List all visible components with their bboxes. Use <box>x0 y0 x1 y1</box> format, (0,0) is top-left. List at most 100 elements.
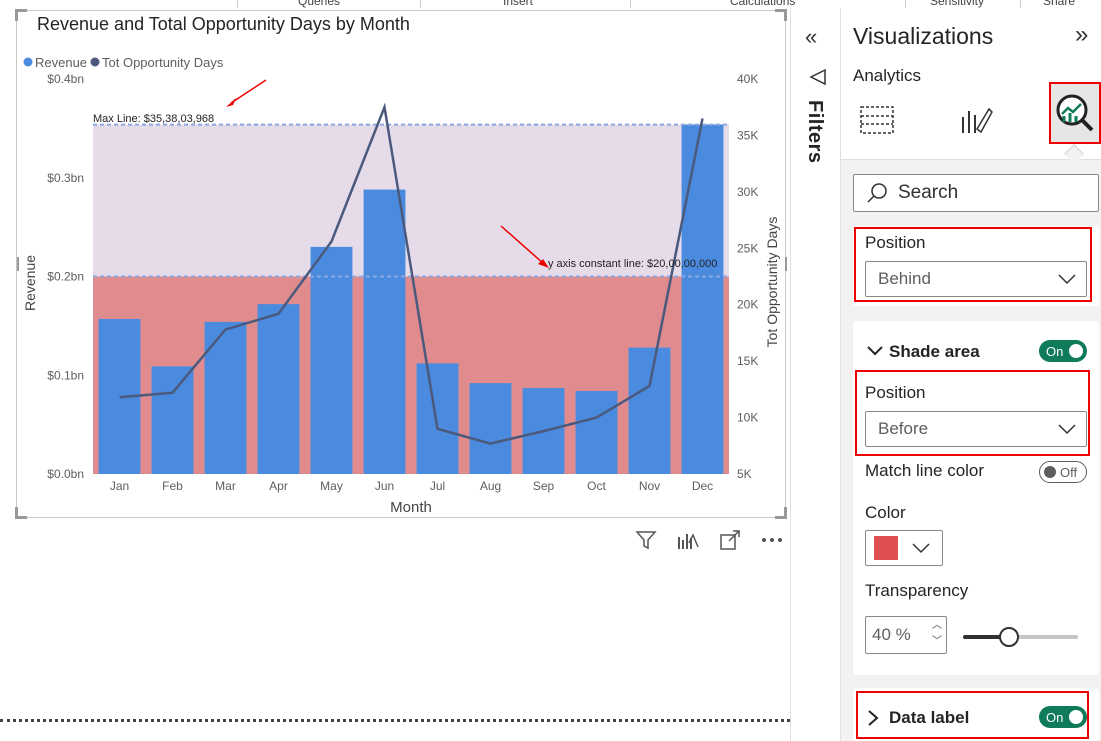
x-tick-label: Apr <box>269 479 288 493</box>
ribbon-tab-queries[interactable]: Queries <box>298 0 340 8</box>
highlight-box <box>856 691 1089 739</box>
y-axis-title: Revenue <box>22 255 38 311</box>
color-swatch <box>874 536 898 560</box>
visualizations-pane: Visualizations » Analytics Search Positi… <box>840 8 1101 741</box>
bar-aug <box>469 383 512 474</box>
annotation-arrowhead <box>226 98 236 107</box>
x-tick-label: Mar <box>215 479 236 493</box>
x-tick-label: Feb <box>162 479 183 493</box>
focus-analytics-icon[interactable] <box>675 528 701 552</box>
search-placeholder: Search <box>898 182 959 203</box>
more-options-icon[interactable] <box>759 528 785 552</box>
viz-pane-title: Visualizations <box>853 23 994 49</box>
tab-format-visual[interactable] <box>951 95 999 143</box>
tab-analytics[interactable] <box>1049 82 1101 144</box>
chevron-down-icon[interactable] <box>867 344 883 358</box>
max-line-label: Max Line: $35,38,03,968 <box>93 113 214 125</box>
bar-feb <box>151 366 194 474</box>
ribbon-separator <box>905 0 906 8</box>
bar-mar <box>204 321 247 474</box>
y-tick-label: $0.2bn <box>47 270 84 284</box>
format-visual-icon <box>962 107 993 134</box>
shade-area-toggle[interactable]: On <box>1039 340 1087 362</box>
spin-buttons[interactable]: ︿ ﹀ <box>932 620 942 648</box>
ribbon-tab-share[interactable]: Share <box>1043 0 1075 8</box>
bar-jul <box>416 363 459 474</box>
x-tick-label: Jul <box>430 479 445 493</box>
y-tick-label: $0.1bn <box>47 368 84 382</box>
constant-line-label: y axis constant line: $20,00,00,000 <box>548 258 717 270</box>
viz-pane-subtitle: Analytics <box>853 66 922 85</box>
combo-chart-visual[interactable]: Revenue Tot Opportunity Days $0.0bn $0.1bn $… <box>15 9 787 519</box>
y2-tick-label: 20K <box>737 298 758 312</box>
highlight-box <box>854 227 1092 302</box>
match-line-color-toggle[interactable]: Off <box>1039 461 1087 483</box>
transparency-value: 40 % <box>872 625 911 644</box>
x-tick-label: May <box>320 479 343 493</box>
x-tick-label: Aug <box>480 479 501 493</box>
report-canvas: Revenue Tot Opportunity Days $0.0bn $0.1bn $… <box>0 8 790 741</box>
collapse-chevrons-icon[interactable]: « <box>805 24 817 50</box>
page-divider <box>0 719 790 722</box>
x-tick-label: Oct <box>587 479 606 493</box>
y-tick-label: $0.3bn <box>47 171 84 185</box>
ribbon-separator <box>1020 0 1021 8</box>
y2-axis-title: Tot Opportunity Days <box>764 217 780 348</box>
bar-nov <box>628 347 671 474</box>
transparency-input[interactable]: 40 % ︿ ﹀ <box>865 616 947 654</box>
transparency-label: Transparency <box>865 581 969 600</box>
expand-icon[interactable] <box>717 528 743 552</box>
ribbon-separator <box>630 0 631 8</box>
ribbon-tab-insert[interactable]: Insert <box>503 0 533 8</box>
legend-entry: Tot Opportunity Days <box>102 55 224 70</box>
search-input[interactable]: Search <box>853 174 1099 212</box>
match-line-color-label: Match line color <box>865 461 985 480</box>
transparency-slider[interactable] <box>963 627 1078 647</box>
analytics-icon <box>1056 94 1094 132</box>
color-picker[interactable] <box>865 530 943 566</box>
legend-marker <box>23 57 33 67</box>
tab-build-visual[interactable] <box>853 95 901 143</box>
toggle-text: On <box>1046 343 1064 359</box>
y2-tick-label: 15K <box>737 354 758 368</box>
toggle-knob <box>1069 344 1083 358</box>
spin-down-icon[interactable]: ﹀ <box>932 636 942 648</box>
bar-may <box>310 246 353 474</box>
highlight-box <box>855 370 1090 456</box>
filters-pane-collapsed: « Filters <box>790 8 840 741</box>
resize-handle-right <box>785 257 787 271</box>
build-visual-icon <box>860 106 894 134</box>
viz-pane-header: Visualizations » Analytics <box>841 8 1101 160</box>
ribbon-tab-calculations[interactable]: Calculations <box>730 0 795 8</box>
y2-tick-label: 25K <box>737 241 758 255</box>
bar-dec <box>681 124 724 475</box>
bar-apr <box>257 304 300 474</box>
slider-thumb[interactable] <box>999 627 1019 647</box>
ribbon-separator <box>420 0 421 8</box>
toggle-text: Off <box>1060 464 1078 480</box>
y2-tick-label: 35K <box>737 128 758 142</box>
expand-chevrons-icon[interactable]: » <box>1075 21 1088 49</box>
shade-area-label: Shade area <box>889 342 980 361</box>
x-tick-label: Jan <box>110 479 129 493</box>
visual-toolbar <box>633 528 785 552</box>
resize-handle-left <box>17 257 19 271</box>
spin-up-icon[interactable]: ︿ <box>932 620 942 632</box>
x-tick-label: Jun <box>375 479 394 493</box>
filter-icon[interactable] <box>633 528 659 552</box>
x-axis-title: Month <box>390 499 432 516</box>
legend-marker <box>90 57 100 67</box>
bar-oct <box>575 391 618 474</box>
y2-tick-label: 10K <box>737 411 758 425</box>
shade-area-upper <box>93 124 729 277</box>
x-tick-label: Sep <box>533 479 555 493</box>
y2-tick-label: 5K <box>737 467 752 481</box>
legend-entry: Revenue <box>35 55 87 70</box>
filters-label[interactable]: Filters <box>803 100 826 164</box>
color-label: Color <box>865 503 906 522</box>
bar-jun <box>363 189 406 474</box>
chart-title: Revenue and Total Opportunity Days by Mo… <box>37 14 410 34</box>
ribbon-tab-sensitivity[interactable]: Sensitivity <box>930 0 984 8</box>
y-tick-label: $0.4bn <box>47 72 84 86</box>
ribbon-stub: Queries Insert Calculations Sensitivity … <box>0 0 1101 8</box>
